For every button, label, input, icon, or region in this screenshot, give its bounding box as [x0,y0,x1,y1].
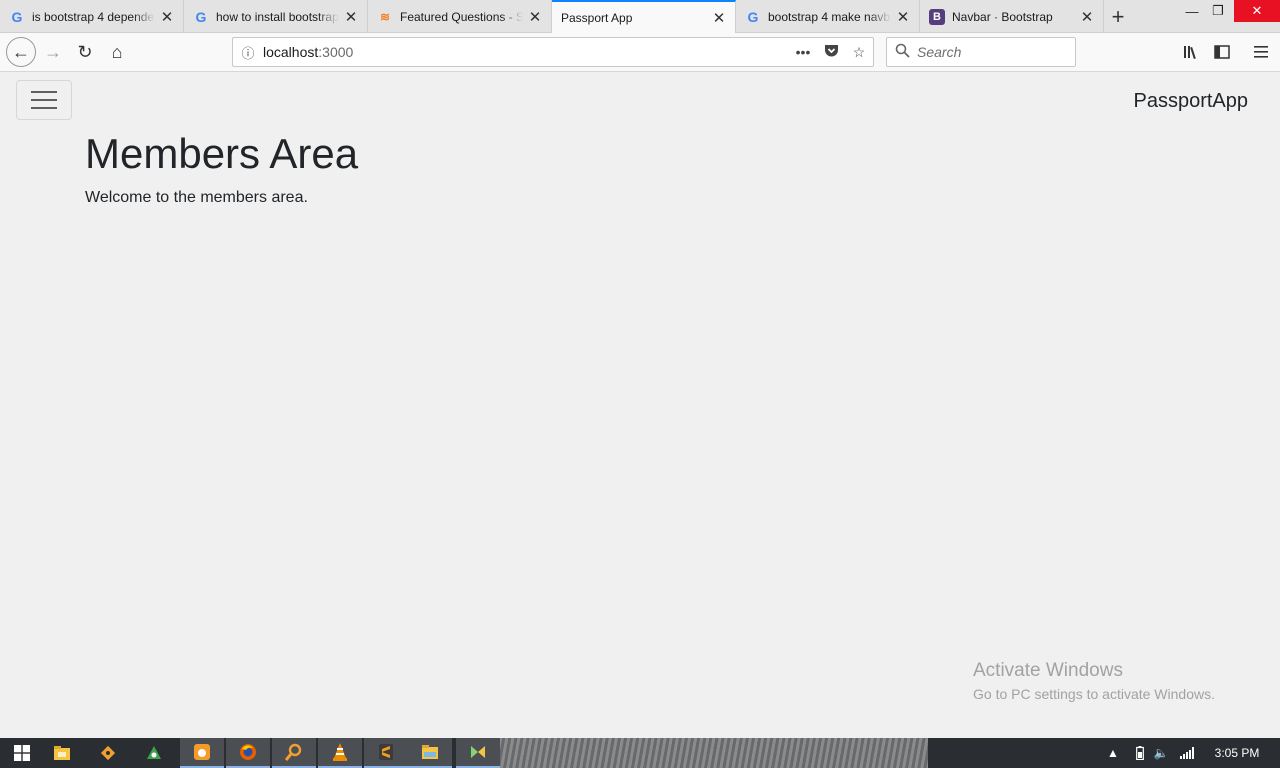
sidebar-icon[interactable] [1209,39,1235,65]
tab-title: bootstrap 4 make navbar [768,9,891,24]
dev-tool-icon[interactable] [456,738,500,768]
toggler-bar [31,99,57,101]
search-icon [887,43,917,61]
clock[interactable]: 3:05 PM [1204,738,1270,768]
google-icon: G [747,8,759,25]
activate-windows-watermark: Activate Windows Go to PC settings to ac… [973,660,1215,702]
firefox-icon[interactable] [226,738,270,768]
page-viewport: PassportApp Members Area Welcome to the … [0,72,1280,738]
tab-bootstrap-navbar-search[interactable]: G bootstrap 4 make navbar ✕ [736,0,920,33]
pocket-icon[interactable] [817,44,845,61]
uc-browser-icon[interactable] [180,738,224,768]
info-icon[interactable]: ⓘ [233,43,263,62]
back-arrow-icon[interactable]: ← [6,37,36,67]
address-bar[interactable]: ⓘ localhost:3000 ••• ☆ [232,37,874,67]
library-icon[interactable] [1178,39,1204,65]
stackoverflow-icon: ≋ [379,9,391,24]
search-tool-icon[interactable] [272,738,316,768]
search-bar[interactable] [886,37,1076,67]
battery-icon[interactable] [1132,738,1148,768]
network-signal-icon[interactable] [1178,738,1196,768]
close-icon[interactable]: ✕ [1079,8,1095,26]
vlc-icon[interactable] [318,738,362,768]
forward-arrow-icon[interactable]: → [38,37,68,67]
tab-featured-questions[interactable]: ≋ Featured Questions - Stack Overflow ✕ [368,0,552,33]
tab-title: Navbar · Bootstrap [952,9,1053,24]
tab-strip: G is bootstrap 4 dependent on jquery ✕ G… [0,0,1280,34]
bootstrap-icon: B [929,8,945,25]
navbar-toggler-button[interactable] [16,80,72,120]
navbar-brand[interactable]: PassportApp [1133,90,1248,113]
toggler-bar [31,107,57,109]
home-icon[interactable]: ⌂ [102,37,132,67]
new-tab-button[interactable]: + [1104,0,1132,33]
start-icon[interactable] [0,738,44,768]
close-icon[interactable]: ✕ [895,8,911,26]
bookmark-star-icon[interactable]: ☆ [845,44,873,61]
google-icon: G [195,8,207,25]
window-close-icon[interactable]: ✕ [1234,0,1280,22]
close-icon[interactable]: ✕ [159,8,175,26]
url-port: :3000 [318,44,354,60]
welcome-text: Welcome to the members area. [85,189,308,206]
toggler-bar [31,91,57,93]
taskbar: ▲ 🔈 3:05 PM [0,738,1280,768]
navigation-toolbar: ← → ↻ ⌂ ⓘ localhost:3000 ••• ☆ [0,33,1280,72]
page-actions-icon[interactable]: ••• [789,44,817,60]
restore-icon[interactable]: ❐ [1198,0,1238,22]
tab-navbar-bootstrap[interactable]: B Navbar · Bootstrap ✕ [920,0,1104,33]
tab-title: Passport App [561,11,633,25]
show-hidden-icons-icon[interactable]: ▲ [1106,738,1120,768]
tab-passport-app[interactable]: Passport App ✕ [552,0,736,34]
file-explorer-icon[interactable] [40,738,84,768]
git-icon[interactable] [86,738,130,768]
tab-title: how to install bootstrap 4 [216,9,339,24]
taskbar-background-image [490,738,928,768]
close-icon[interactable]: ✕ [711,9,727,27]
volume-icon[interactable]: 🔈 [1152,738,1170,768]
watermark-title: Activate Windows [973,660,1123,681]
google-icon: G [11,8,23,25]
page-title: Members Area [85,130,359,177]
folder-icon[interactable] [408,738,452,768]
tab-title: Featured Questions - Stack Overflow [400,9,523,24]
close-icon[interactable]: ✕ [527,8,543,26]
tab-bootstrap-jquery[interactable]: G is bootstrap 4 dependent on jquery ✕ [0,0,184,33]
app-icon[interactable] [132,738,176,768]
hamburger-menu-icon[interactable] [1248,39,1274,65]
sublime-text-icon[interactable] [364,738,408,768]
reload-icon[interactable]: ↻ [70,37,100,67]
close-icon[interactable]: ✕ [343,8,359,26]
url-text[interactable]: localhost:3000 [263,44,789,60]
url-host: localhost [263,44,319,60]
search-input[interactable] [917,44,1067,60]
tab-install-bootstrap[interactable]: G how to install bootstrap 4 ✕ [184,0,368,33]
watermark-subtitle: Go to PC settings to activate Windows. [973,686,1215,702]
tab-title: is bootstrap 4 dependent on jquery [32,9,155,24]
